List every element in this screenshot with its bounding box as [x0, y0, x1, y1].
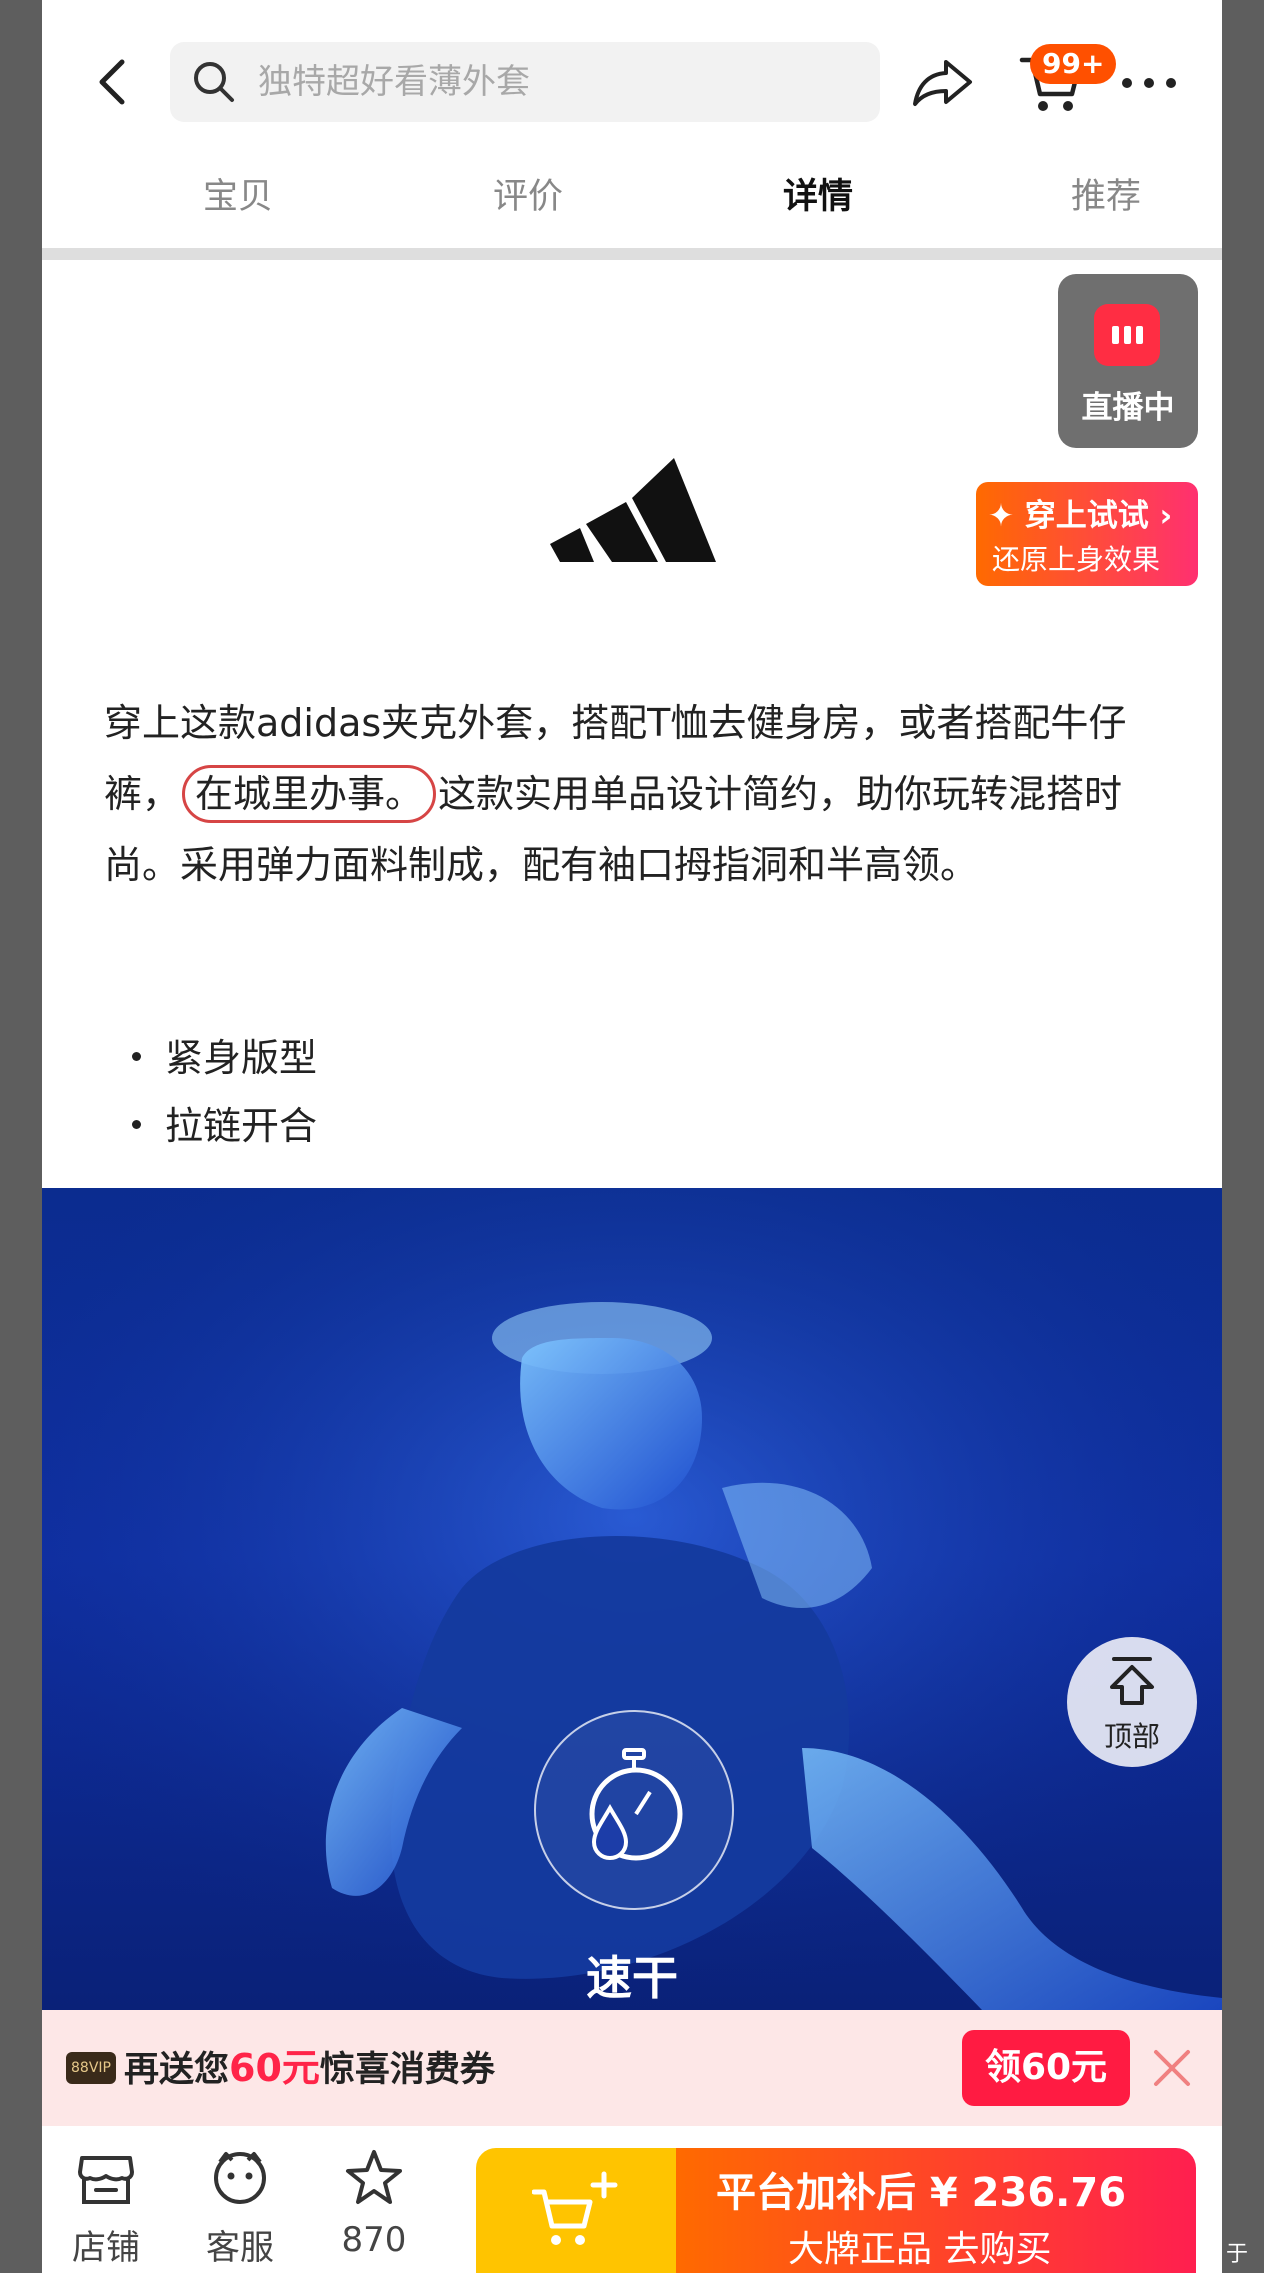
back-to-top-button[interactable]: 顶部	[1067, 1637, 1197, 1767]
back-arrow-icon[interactable]	[84, 52, 144, 112]
top-bar: 独特超好看薄外套 99+	[42, 0, 1222, 150]
favorite-button[interactable]: 870	[314, 2126, 434, 2273]
product-detail-page: 独特超好看薄外套 99+ 宝贝 评价 详情 推荐 直播中 ✦ 穿上试试 › 还原…	[42, 0, 1222, 2273]
coupon-text: 再送您60元惊喜消费券	[124, 2046, 495, 2090]
add-cart-icon	[532, 2171, 618, 2245]
product-description: 穿上这款adidas夹克外套，搭配T恤去健身房，或者搭配牛仔裤， 在城里办事。 这款…	[104, 688, 1184, 901]
tab-product[interactable]: 宝贝	[168, 160, 308, 234]
back-to-top-label: 顶部	[1103, 1720, 1160, 1753]
add-to-cart-button[interactable]	[476, 2148, 676, 2273]
stopwatch-droplet-icon	[589, 1748, 683, 1861]
share-icon[interactable]	[910, 52, 976, 112]
edge-text: 于	[1226, 2242, 1249, 2267]
search-icon	[194, 62, 234, 102]
search-placeholder: 独特超好看薄外套	[258, 62, 530, 102]
list-item: 拉链开合	[124, 1092, 317, 1160]
vip-badge: 88VIP	[66, 2052, 116, 2084]
tab-details[interactable]: 详情	[748, 160, 888, 234]
customer-service-button[interactable]: 客服	[180, 2126, 300, 2273]
tab-recommend[interactable]: 推荐	[1036, 160, 1176, 234]
tab-reviews[interactable]: 评价	[458, 160, 598, 234]
favorite-count: 870	[341, 2220, 407, 2260]
arrow-up-icon	[1110, 1657, 1154, 1705]
buy-label: 大牌正品 去购买	[788, 2229, 1052, 2270]
section-tabs: 宝贝 评价 详情 推荐	[42, 160, 1222, 234]
store-label: 店铺	[72, 2228, 140, 2268]
buy-now-button[interactable]: 平台加补后 ¥ 236.76 大牌正品 去购买	[676, 2148, 1196, 2273]
try-on-title: ✦ 穿上试试 ›	[988, 498, 1173, 534]
feature-list: 紧身版型 拉链开合	[124, 1024, 317, 1160]
claim-coupon-button[interactable]: 领60元	[962, 2030, 1130, 2106]
close-icon[interactable]	[1152, 2048, 1192, 2088]
bottom-action-bar: 店铺 客服 870 平台加补后 ¥ 236.76 大牌正品 去购买	[42, 2126, 1222, 2273]
cart-count-badge: 99+	[1030, 44, 1117, 84]
quick-dry-badge	[534, 1710, 734, 1910]
adidas-logo	[550, 458, 716, 562]
list-item: 紧身版型	[124, 1024, 317, 1092]
subsidized-price: 平台加补后 ¥ 236.76	[716, 2170, 1127, 2216]
store-button[interactable]: 店铺	[46, 2126, 166, 2273]
live-icon	[1094, 304, 1160, 366]
quick-dry-label: 速干	[586, 1951, 678, 2005]
customer-service-label: 客服	[206, 2228, 274, 2268]
star-icon	[346, 2150, 402, 2204]
search-input[interactable]: 独特超好看薄外套	[170, 42, 880, 122]
product-hero-image: 速干	[42, 1188, 1222, 2010]
try-on-button[interactable]: ✦ 穿上试试 › 还原上身效果	[976, 482, 1198, 586]
live-label: 直播中	[1081, 390, 1175, 426]
tab-divider	[42, 248, 1222, 260]
description-circled-phrase: 在城里办事。	[182, 765, 437, 823]
store-icon	[78, 2156, 134, 2204]
coupon-banner: 88VIP 再送您60元惊喜消费券 领60元	[42, 2010, 1222, 2126]
more-options-icon[interactable]	[1118, 56, 1180, 108]
try-on-subtitle: 还原上身效果	[992, 543, 1161, 576]
live-stream-button[interactable]: 直播中	[1058, 274, 1198, 448]
coupon-amount: 60元	[229, 2046, 320, 2090]
customer-service-icon	[214, 2152, 266, 2204]
